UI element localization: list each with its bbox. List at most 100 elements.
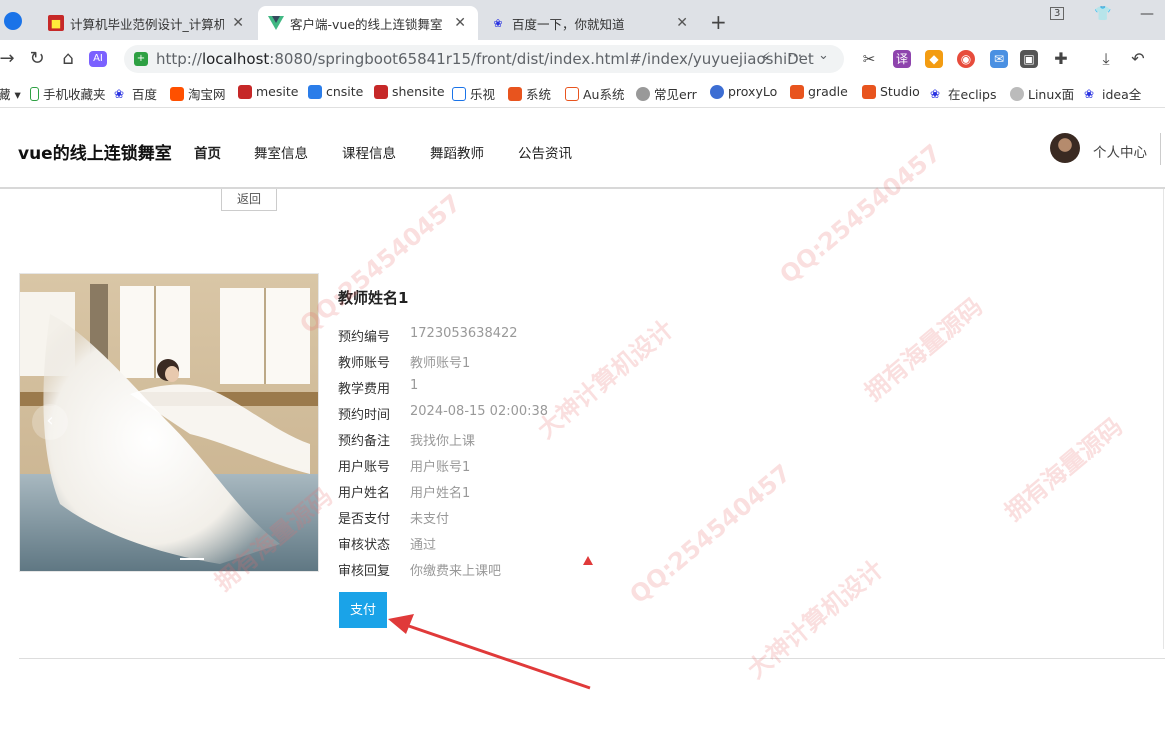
- translate-icon[interactable]: 译: [893, 50, 911, 68]
- detail-row-user-name: 用户姓名 用户姓名1: [338, 482, 470, 501]
- detail-label: 审核状态: [338, 538, 391, 553]
- weibo-icon[interactable]: ◉: [957, 50, 975, 68]
- detail-label: 用户姓名: [338, 486, 391, 501]
- teacher-photo-carousel[interactable]: ‹: [19, 273, 319, 572]
- detail-row-teacher-account: 教师账号 教师账号1: [338, 352, 470, 371]
- detail-row-paid: 是否支付 未支付: [338, 508, 449, 527]
- bookmark-item[interactable]: ❀ 在eclips: [930, 84, 996, 103]
- browser-tab-2[interactable]: 客户端-vue的线上连锁舞室 ✕: [258, 6, 478, 40]
- ai-assistant-icon[interactable]: AI: [89, 51, 107, 67]
- detail-label: 用户账号: [338, 460, 391, 475]
- reload-icon[interactable]: ↻: [26, 48, 48, 69]
- bookmark-item[interactable]: 乐视: [452, 84, 495, 103]
- close-tab-icon[interactable]: ✕: [676, 15, 688, 31]
- web-page: vue的线上连锁舞室 首页 舞室信息 课程信息 舞蹈教师 公告资讯 个人中心 返…: [0, 109, 1165, 729]
- detail-value: 1: [410, 378, 419, 393]
- bookmark-item[interactable]: 手机收藏夹: [30, 84, 106, 103]
- chevron-down-icon[interactable]: ⌄: [818, 48, 829, 63]
- bookmark-item[interactable]: Linux面: [1010, 84, 1074, 103]
- detail-value: 我找你上课: [410, 434, 476, 449]
- detail-label: 审核回复: [338, 564, 391, 579]
- pay-button[interactable]: 支付: [339, 592, 387, 628]
- back-arrow-icon[interactable]: →: [0, 48, 18, 69]
- detail-value: 用户账号1: [410, 460, 471, 475]
- bookmark-item[interactable]: gradle: [790, 84, 848, 99]
- detail-value: 通过: [410, 538, 437, 553]
- sidebar-icon[interactable]: ▣: [1020, 50, 1038, 68]
- lightning-icon[interactable]: ⚡: [760, 49, 771, 67]
- extension-icon[interactable]: ◆: [925, 50, 943, 68]
- bookmark-item[interactable]: proxyLo: [710, 84, 777, 99]
- teacher-name: 教师姓名1: [338, 289, 409, 307]
- download-icon[interactable]: ⤓: [1097, 50, 1115, 68]
- baidu-paw-icon: ❀: [114, 86, 125, 101]
- red-site-favicon-icon: [238, 84, 252, 99]
- home-icon[interactable]: ⌂: [57, 48, 79, 69]
- browser-tab-1[interactable]: ■ 计算机毕业范例设计_计算机项 ✕: [38, 6, 256, 40]
- detail-label: 预约备注: [338, 434, 391, 449]
- detail-row-booking-time: 预约时间 2024-08-15 02:00:38: [338, 404, 548, 423]
- site-favicon-icon: [862, 84, 876, 99]
- more-icon[interactable]: ···: [788, 47, 802, 65]
- bookmark-item[interactable]: 藏 ▾: [0, 84, 21, 103]
- site-favicon-icon: [710, 84, 724, 99]
- nav-item-home[interactable]: 首页: [194, 142, 221, 162]
- detail-value: 1723053638422: [410, 326, 518, 341]
- bookmark-item[interactable]: Au系统: [565, 84, 624, 103]
- close-tab-icon[interactable]: ✕: [454, 15, 466, 31]
- detail-value: 你缴费来上课吧: [410, 564, 502, 579]
- baidu-paw-icon: ❀: [493, 16, 503, 30]
- bookmark-item[interactable]: shensite: [374, 84, 445, 99]
- red-site-favicon-icon: ■: [48, 15, 64, 31]
- bookmark-item[interactable]: 淘宝网: [170, 84, 226, 103]
- site-favicon-icon: [508, 86, 522, 101]
- site-favicon-icon: [565, 86, 579, 101]
- puzzle-icon[interactable]: ✚: [1052, 50, 1070, 68]
- browser-tab-3[interactable]: ❀ 百度一下，你就知道 ✕: [480, 6, 700, 40]
- detail-row-booking-no: 预约编号 1723053638422: [338, 326, 518, 345]
- bookmark-item[interactable]: Studio: [862, 84, 920, 99]
- bookmark-item[interactable]: 常见err: [636, 84, 697, 103]
- mail-icon[interactable]: ✉: [990, 50, 1008, 68]
- user-center-link[interactable]: 个人中心: [1093, 141, 1147, 161]
- site-header: vue的线上连锁舞室 首页 舞室信息 课程信息 舞蹈教师 公告资讯 个人中心: [0, 109, 1165, 189]
- scissors-icon[interactable]: ✂: [860, 50, 878, 68]
- detail-row-review-reply: 审核回复 你缴费来上课吧: [338, 560, 501, 579]
- bookmark-item[interactable]: ❀ idea全: [1084, 84, 1141, 103]
- detail-label: 预约时间: [338, 408, 391, 423]
- detail-label: 教师账号: [338, 356, 391, 371]
- url-path: :8080/springboot65841r15/front/dist/inde…: [269, 50, 814, 68]
- cursor-marker-icon: [583, 556, 593, 565]
- site-favicon-icon: [308, 84, 322, 99]
- detail-row-fee: 教学费用 1: [338, 378, 418, 397]
- bookmark-item[interactable]: cnsite: [308, 84, 363, 99]
- detail-row-remark: 预约备注 我找你上课: [338, 430, 475, 449]
- address-bar[interactable]: + http://localhost:8080/springboot65841r…: [124, 45, 844, 73]
- close-tab-icon[interactable]: ✕: [232, 15, 244, 31]
- nav-item-teachers[interactable]: 舞蹈教师: [430, 142, 484, 162]
- bookmark-item[interactable]: mesite: [238, 84, 298, 99]
- bookmark-item[interactable]: 系统: [508, 84, 551, 103]
- site-info-icon[interactable]: +: [134, 52, 148, 66]
- shirt-icon[interactable]: 👕: [1094, 6, 1111, 22]
- undo-icon[interactable]: ↶: [1129, 50, 1147, 68]
- avatar[interactable]: [1050, 133, 1080, 163]
- nav-item-courses[interactable]: 课程信息: [342, 142, 396, 162]
- carousel-prev-icon[interactable]: ‹: [32, 404, 68, 440]
- nav-item-news[interactable]: 公告资讯: [518, 142, 572, 162]
- globe-icon: [636, 86, 650, 101]
- nav-item-studios[interactable]: 舞室信息: [254, 142, 308, 162]
- detail-label: 预约编号: [338, 330, 391, 345]
- detail-value: 用户姓名1: [410, 486, 471, 501]
- bookmark-item[interactable]: ❀ 百度: [114, 84, 157, 103]
- browser-toolbar: → ↻ ⌂ AI + http://localhost:8080/springb…: [0, 40, 1165, 78]
- url-host: localhost: [201, 50, 270, 68]
- site-brand[interactable]: vue的线上连锁舞室: [18, 139, 172, 164]
- browser-app-icon[interactable]: [4, 12, 22, 30]
- minimize-icon[interactable]: —: [1140, 6, 1154, 22]
- tab-count-badge[interactable]: 3: [1050, 7, 1065, 20]
- browser-tab-bar: ■ 计算机毕业范例设计_计算机项 ✕ 客户端-vue的线上连锁舞室 ✕ ❀ 百度…: [0, 0, 1165, 40]
- new-tab-icon[interactable]: +: [710, 10, 727, 34]
- back-button[interactable]: 返回: [221, 189, 277, 211]
- carousel-indicator[interactable]: [180, 558, 204, 560]
